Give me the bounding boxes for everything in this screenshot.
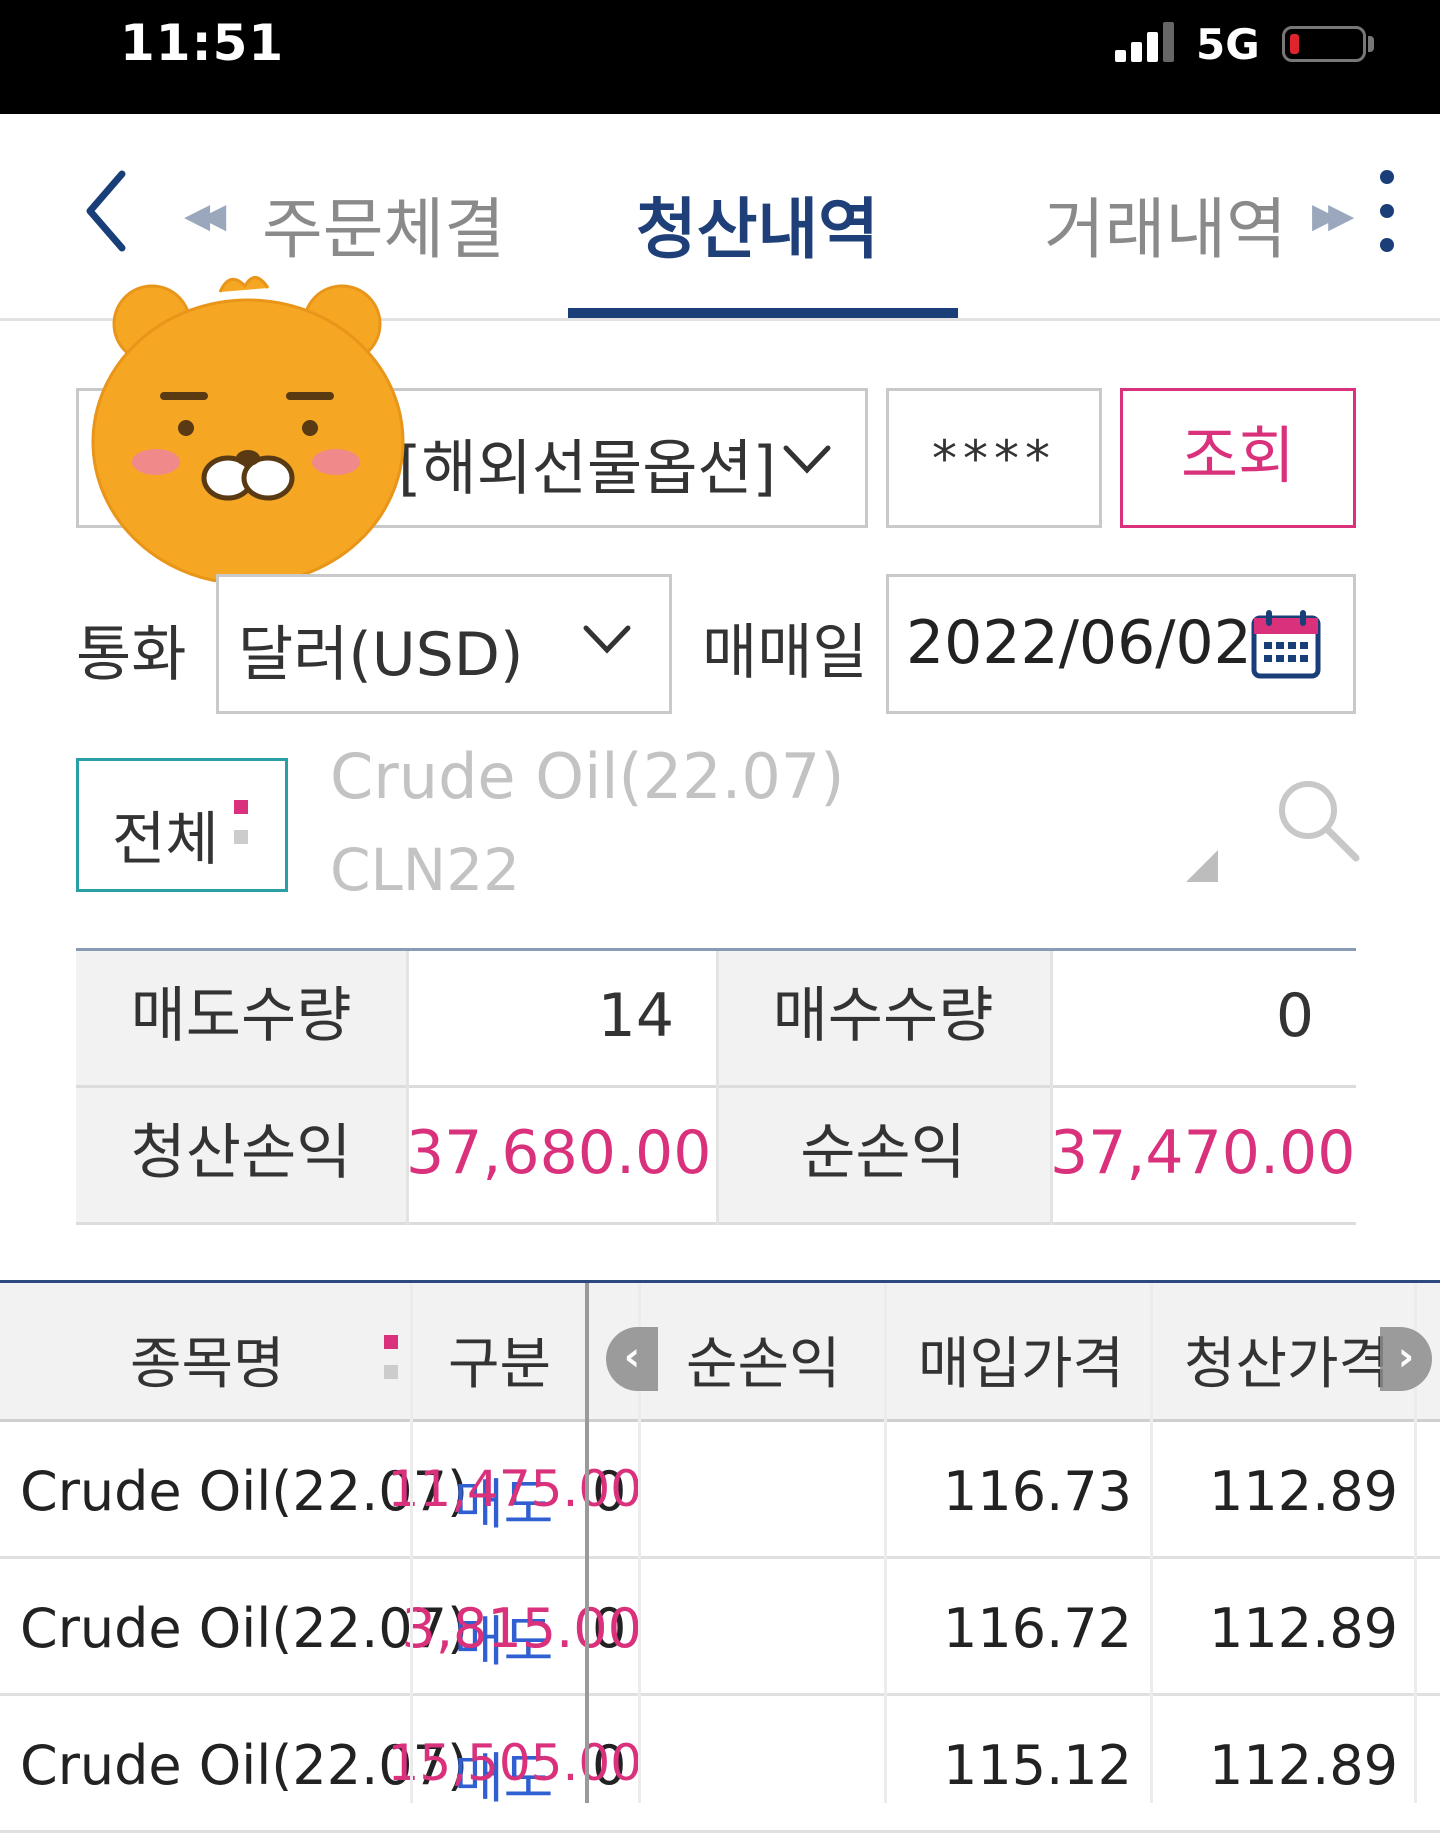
frozen-column-divider[interactable] bbox=[585, 1283, 589, 1803]
column-divider bbox=[884, 1283, 887, 1803]
chevron-down-icon bbox=[780, 432, 834, 486]
col-header-clear-price[interactable]: 청산가격 bbox=[1184, 1319, 1390, 1400]
col-header-net[interactable]: 순손익 bbox=[686, 1319, 841, 1400]
buy-qty-value: 0 bbox=[1275, 981, 1314, 1051]
search-button[interactable]: 조회 bbox=[1120, 388, 1356, 528]
trade-date-label: 매매일 bbox=[702, 618, 868, 688]
table-row[interactable]: Crude Oil(22.07) 매도 0 11,475.00 116.73 1… bbox=[0, 1422, 1440, 1559]
account-type-label: [해외선물옵션] bbox=[398, 434, 777, 504]
table-header: 종목명 구분 순손익 매입가격 청산가격 bbox=[0, 1283, 1440, 1422]
product-code: CLN22 bbox=[330, 836, 521, 904]
search-icon[interactable] bbox=[1272, 774, 1362, 864]
sell-qty-label: 매도수량 bbox=[76, 951, 406, 1085]
table-row[interactable]: Crude Oil(22.07) 매도 0 3,815.00 116.72 11… bbox=[0, 1559, 1440, 1696]
tab-transactions[interactable]: 거래내역 bbox=[1044, 176, 1287, 272]
summary-col-divider bbox=[1050, 951, 1053, 1225]
summary-grid: 매도수량 14 매수수량 0 청산손익 37,680.00 순손익 37,470… bbox=[76, 948, 1356, 1231]
column-dots-icon bbox=[384, 1335, 398, 1385]
column-divider bbox=[410, 1283, 413, 1803]
column-divider bbox=[1150, 1283, 1153, 1803]
cell-net: 11,475.00 bbox=[387, 1460, 642, 1518]
summary-col-divider bbox=[716, 951, 719, 1225]
cell-clear-price: 112.89 bbox=[1209, 1597, 1398, 1660]
cell-clear-price: 112.89 bbox=[1209, 1460, 1398, 1523]
back-chevron-icon[interactable] bbox=[80, 166, 140, 256]
chevron-down-icon bbox=[580, 612, 634, 666]
summary-col-divider bbox=[406, 951, 409, 1225]
double-right-arrow-icon[interactable]: ▶▶ bbox=[1312, 196, 1354, 236]
col-header-type[interactable]: 구분 bbox=[448, 1319, 551, 1400]
dropdown-corner-icon[interactable] bbox=[1182, 846, 1222, 886]
mascot-sticker bbox=[90, 262, 410, 586]
sell-qty-value: 14 bbox=[597, 981, 674, 1051]
password-mask: **** bbox=[932, 430, 1056, 488]
col-header-name[interactable]: 종목명 bbox=[130, 1319, 285, 1400]
more-vertical-icon[interactable] bbox=[1376, 170, 1396, 254]
cell-buy-price: 116.72 bbox=[943, 1597, 1132, 1660]
buy-qty-label: 매수수량 bbox=[716, 951, 1050, 1085]
cell-buy-price: 115.12 bbox=[943, 1734, 1132, 1797]
calendar-icon[interactable] bbox=[1250, 608, 1322, 680]
currency-value: 달러(USD) bbox=[238, 620, 524, 690]
scope-all-label: 전체 bbox=[112, 805, 219, 873]
battery-icon bbox=[1282, 26, 1366, 62]
table-row[interactable]: Crude Oil(22.07) 매도 0 15,505.00 115.12 1… bbox=[0, 1696, 1440, 1833]
status-time: 11:51 bbox=[120, 14, 285, 72]
double-left-arrow-icon[interactable]: ◀◀ bbox=[184, 196, 226, 236]
tab-settlement[interactable]: 청산내역 bbox=[636, 176, 879, 272]
signal-icon bbox=[1115, 20, 1179, 66]
net-pl-value: 37,470.00 bbox=[1050, 1118, 1356, 1188]
scope-dots-icon bbox=[234, 800, 248, 850]
cell-buy-price: 116.73 bbox=[943, 1460, 1132, 1523]
product-name-input[interactable]: Crude Oil(22.07) bbox=[330, 740, 844, 813]
battery-cap bbox=[1368, 36, 1374, 52]
cell-net: 15,505.00 bbox=[387, 1734, 642, 1792]
cell-net: 3,815.00 bbox=[401, 1597, 642, 1660]
net-pl-label: 순손익 bbox=[716, 1088, 1050, 1222]
col-header-buy-price[interactable]: 매입가격 bbox=[918, 1319, 1124, 1400]
settlement-table: 종목명 구분 순손익 매입가격 청산가격 Crude Oil(22.07) 매도… bbox=[0, 1280, 1440, 1833]
cell-clear-price: 112.89 bbox=[1209, 1734, 1398, 1797]
network-label: 5G bbox=[1196, 20, 1260, 69]
trade-date-value: 2022/06/02 bbox=[906, 608, 1252, 678]
settle-pl-value: 37,680.00 bbox=[406, 1118, 712, 1188]
tab-order-fill[interactable]: 주문체결 bbox=[262, 176, 505, 272]
currency-label: 통화 bbox=[76, 620, 187, 690]
settle-pl-label: 청산손익 bbox=[76, 1088, 406, 1222]
